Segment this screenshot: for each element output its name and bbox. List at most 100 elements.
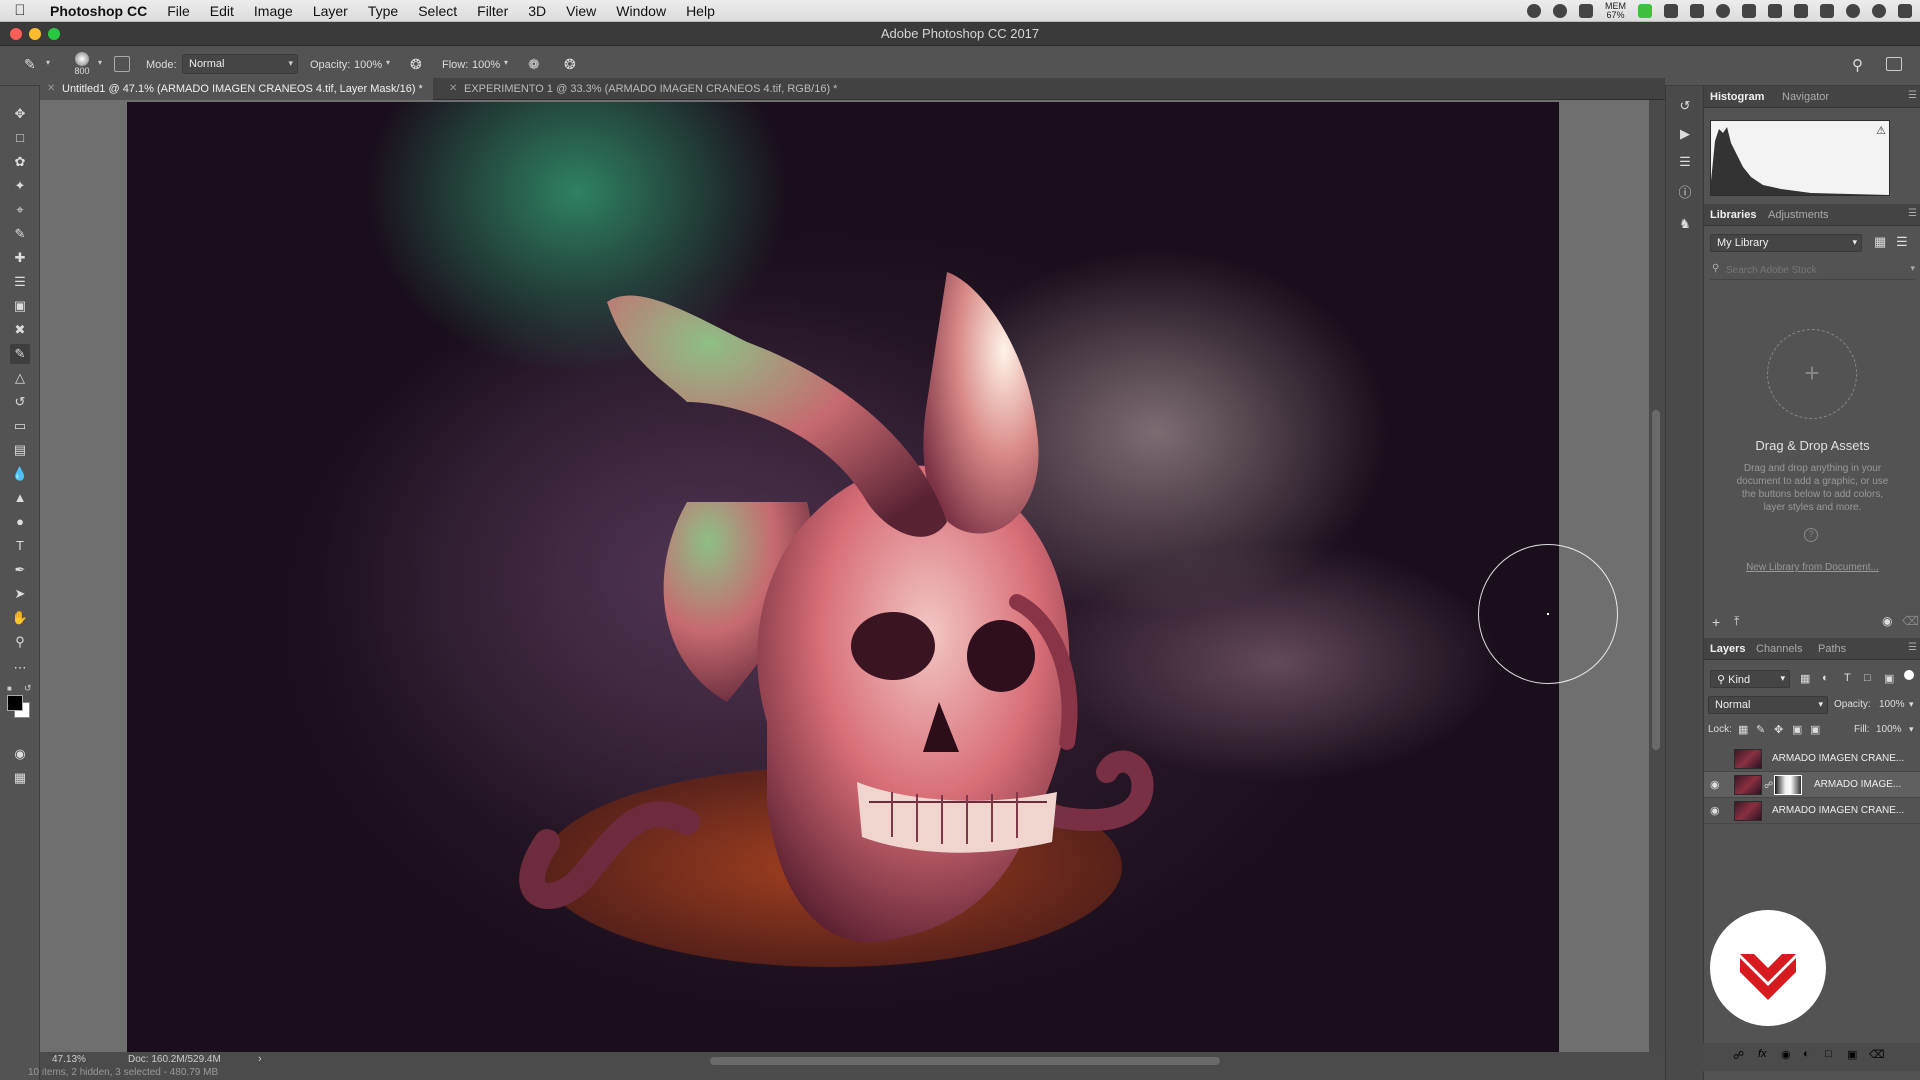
lock-image-icon[interactable]: ✎ xyxy=(1756,723,1765,736)
layer-style-icon[interactable]: fx xyxy=(1758,1048,1767,1060)
dropbox-icon[interactable] xyxy=(1664,4,1678,18)
brush-picker-chevron-icon[interactable]: ▾ xyxy=(98,58,102,67)
lock-transparent-icon[interactable]: ▦ xyxy=(1738,723,1748,736)
tab-layers[interactable]: Layers xyxy=(1710,643,1745,655)
new-layer-icon[interactable]: ▣ xyxy=(1847,1048,1857,1061)
library-select[interactable]: My Library ▾ xyxy=(1710,234,1862,252)
tab-paths[interactable]: Paths xyxy=(1818,643,1846,655)
actions-panel-icon[interactable]: ▶ xyxy=(1676,126,1694,144)
filter-type-icon[interactable]: T xyxy=(1844,672,1851,684)
filter-smart-object-icon[interactable]: ▣ xyxy=(1884,672,1894,685)
document-canvas-image[interactable] xyxy=(127,102,1559,1052)
more-tools-icon[interactable]: ⋯ xyxy=(10,658,30,678)
tab-adjustments[interactable]: Adjustments xyxy=(1768,209,1829,221)
layer-row[interactable]: ARMADO IMAGEN CRANE... xyxy=(1704,746,1920,772)
menu-edit[interactable]: Edit xyxy=(200,3,244,19)
grid-view-icon[interactable]: ▦ xyxy=(1874,234,1886,250)
default-colors-icon[interactable]: ■ xyxy=(7,684,12,693)
adjustment-layer-icon[interactable]: ◐ xyxy=(1803,1048,1810,1060)
opacity-slider-chevron-icon[interactable]: ▾ xyxy=(386,58,390,67)
airbrush-icon[interactable]: ❁ xyxy=(528,56,540,73)
ruler-tool-icon[interactable]: ☰ xyxy=(10,272,30,292)
mask-link-icon[interactable]: ☍ xyxy=(1764,780,1773,791)
crop-tool-icon[interactable]: ⌖ xyxy=(10,200,30,220)
mode-select[interactable]: Normal ▾ xyxy=(182,54,298,74)
eraser-tool-icon[interactable]: ▭ xyxy=(10,416,30,436)
flow-value[interactable]: 100% xyxy=(472,59,500,71)
layer-name[interactable]: ARMADO IMAGE... xyxy=(1814,779,1901,790)
healing-brush-tool-icon[interactable]: ✚ xyxy=(10,248,30,268)
close-tab-icon[interactable]: ✕ xyxy=(449,83,457,94)
stock-search[interactable]: ⚲ ▾ xyxy=(1710,262,1915,280)
flag-icon[interactable] xyxy=(1820,4,1834,18)
puppet-tool-icon[interactable]: ✖ xyxy=(10,320,30,340)
menu-list-icon[interactable] xyxy=(1898,4,1912,18)
filter-pixel-icon[interactable]: ▦ xyxy=(1800,672,1810,685)
opacity-chevron-icon[interactable]: ▾ xyxy=(1909,699,1914,710)
layer-row-selected[interactable]: ◉ ☍ ARMADO IMAGE... xyxy=(1704,772,1920,798)
eye-icon[interactable]: ◉ xyxy=(1710,778,1724,792)
list-view-icon[interactable]: ☰ xyxy=(1896,234,1908,250)
layer-opacity-value[interactable]: 100% xyxy=(1879,699,1905,710)
tab-experimento-1[interactable]: ✕ EXPERIMENTO 1 @ 33.3% (ARMADO IMAGEN C… xyxy=(442,78,847,100)
menu-view[interactable]: View xyxy=(556,3,606,19)
user-icon[interactable] xyxy=(1872,4,1886,18)
panel-menu-icon[interactable]: ☰ xyxy=(1908,208,1917,219)
eyedropper-tool-icon[interactable]: ✎ xyxy=(10,224,30,244)
blend-mode-select[interactable]: Normal ▾ xyxy=(1708,696,1828,714)
clone-source-panel-icon[interactable]: ♞ xyxy=(1676,216,1694,234)
menu-app-name[interactable]: Photoshop CC xyxy=(40,3,157,19)
panel-menu-icon[interactable]: ☰ xyxy=(1908,642,1917,653)
magic-wand-tool-icon[interactable]: ✦ xyxy=(10,176,30,196)
add-mask-icon[interactable]: ◉ xyxy=(1781,1048,1791,1061)
frame-tool-icon[interactable]: ▣ xyxy=(10,296,30,316)
record-icon[interactable] xyxy=(1527,4,1541,18)
new-group-icon[interactable]: □ xyxy=(1825,1048,1832,1060)
pressure-size-icon[interactable]: ❂ xyxy=(564,56,576,73)
fill-chevron-icon[interactable]: ▾ xyxy=(1909,724,1914,735)
zoom-level[interactable]: 47.13% xyxy=(52,1054,86,1065)
panel-menu-icon[interactable]: ☰ xyxy=(1908,90,1917,101)
opacity-value[interactable]: 100% xyxy=(354,59,382,71)
menu-help[interactable]: Help xyxy=(676,3,725,19)
stock-search-input[interactable] xyxy=(1726,262,1896,278)
menu-layer[interactable]: Layer xyxy=(303,3,358,19)
zoom-tool-icon[interactable]: ⚲ xyxy=(10,632,30,652)
brush-panel-icon[interactable] xyxy=(114,56,130,72)
menu-filter[interactable]: Filter xyxy=(467,3,518,19)
drive-icon[interactable] xyxy=(1579,4,1593,18)
lasso-tool-icon[interactable]: ✿ xyxy=(10,152,30,172)
chevron-down-icon[interactable]: ▾ xyxy=(1910,263,1915,274)
status-menu-arrow-icon[interactable]: › xyxy=(258,1053,262,1065)
layer-hidden-toggle[interactable] xyxy=(1710,752,1724,766)
warning-icon[interactable]: ⚠ xyxy=(1876,124,1886,137)
sharpen-tool-icon[interactable]: ▲ xyxy=(10,488,30,508)
screen-mode-icon[interactable]: ▦ xyxy=(10,768,30,788)
eye-icon[interactable]: ◉ xyxy=(1710,804,1724,818)
memory-indicator[interactable]: MEM 67% xyxy=(1605,2,1626,20)
marquee-tool-icon[interactable]: □ xyxy=(10,128,30,148)
search-icon[interactable]: ⚲ xyxy=(1852,56,1863,74)
close-tab-icon[interactable]: ✕ xyxy=(47,83,55,94)
layer-name[interactable]: ARMADO IMAGEN CRANE... xyxy=(1772,753,1904,764)
brush-tool-icon[interactable]: ✎ xyxy=(10,344,30,364)
type-tool-icon[interactable]: T xyxy=(10,536,30,556)
tab-channels[interactable]: Channels xyxy=(1756,643,1802,655)
add-asset-icon[interactable]: + xyxy=(1767,329,1857,419)
app-tray-icon[interactable] xyxy=(1638,4,1652,18)
tool-preset-chevron-icon[interactable]: ▾ xyxy=(46,58,50,67)
wifi-icon[interactable] xyxy=(1742,4,1756,18)
layer-name[interactable]: ARMADO IMAGEN CRANE... xyxy=(1772,805,1904,816)
link-layers-icon[interactable]: ☍ xyxy=(1733,1049,1744,1062)
add-content-icon[interactable]: + xyxy=(1712,614,1720,630)
history-panel-icon[interactable]: ↺ xyxy=(1676,98,1694,116)
hand-tool-icon[interactable]: ✋ xyxy=(10,608,30,628)
new-library-link[interactable]: New Library from Document... xyxy=(1704,562,1920,573)
lock-artboard-icon[interactable]: ▣ xyxy=(1792,723,1802,736)
fill-value[interactable]: 100% xyxy=(1876,724,1902,735)
pressure-opacity-icon[interactable]: ❂ xyxy=(410,56,422,73)
filter-adjustment-icon[interactable]: ◐ xyxy=(1822,672,1829,684)
lock-position-icon[interactable]: ✥ xyxy=(1774,723,1783,736)
dodge-tool-icon[interactable]: ● xyxy=(10,512,30,532)
lock-icon[interactable] xyxy=(1690,4,1704,18)
